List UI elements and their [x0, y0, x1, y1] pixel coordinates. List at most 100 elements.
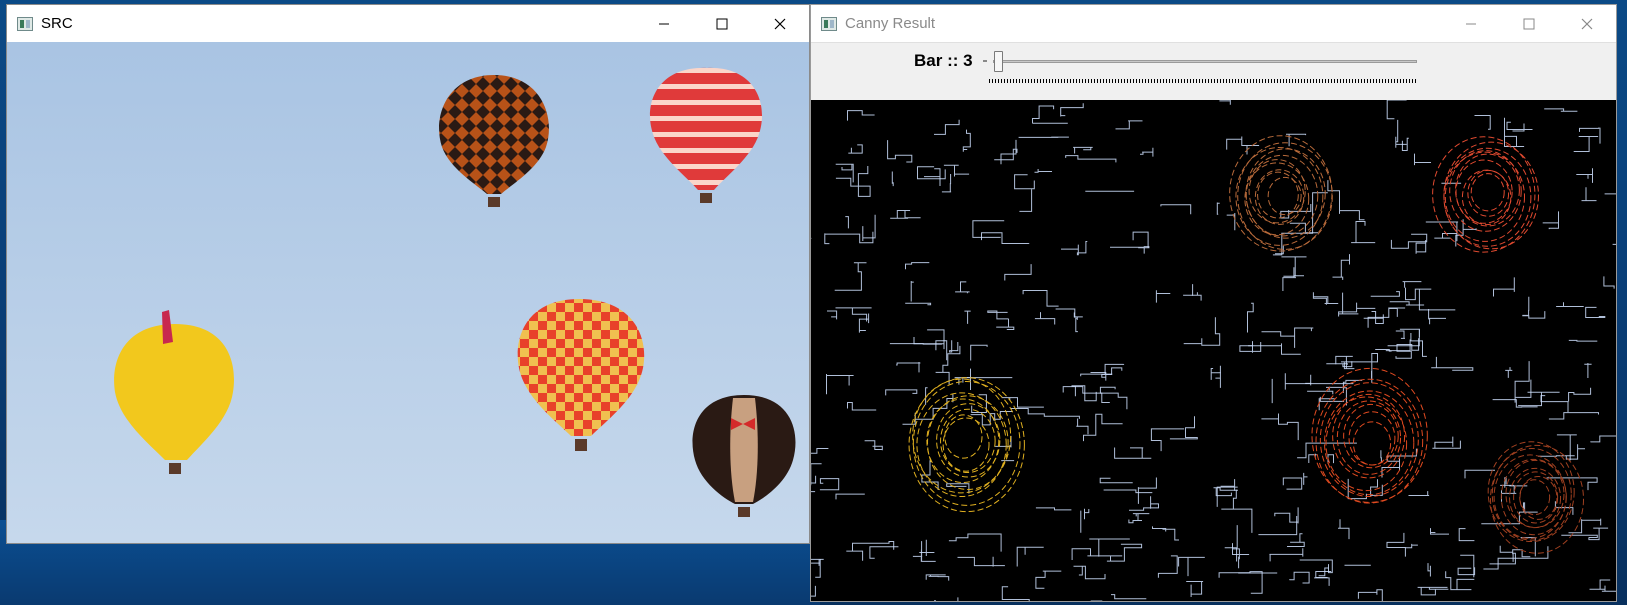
edge-segment [1556, 302, 1584, 307]
edge-segment [1261, 327, 1314, 348]
edge-segment [1073, 146, 1093, 154]
edge-segment [891, 171, 894, 187]
edge-segment [1215, 365, 1221, 388]
edge-segment [1073, 565, 1106, 580]
edge-segment [887, 140, 913, 163]
edge-segment [1129, 496, 1159, 511]
edge-segment [1395, 330, 1405, 339]
balloon-edge-contour [912, 381, 1021, 506]
balloon-edge-contour [926, 398, 1000, 483]
maximize-icon [1523, 18, 1535, 29]
maximize-button[interactable] [1500, 5, 1558, 42]
edge-segment [1493, 277, 1515, 297]
trackbar-track[interactable] [993, 60, 1417, 63]
minimize-button[interactable] [1442, 5, 1500, 42]
edge-segment [1061, 241, 1088, 256]
edge-segment [1458, 528, 1475, 542]
edge-segment [1428, 309, 1446, 325]
edge-segment [858, 313, 870, 333]
edge-segment [1183, 292, 1202, 301]
edge-segment [1073, 312, 1083, 333]
edge-segment [834, 262, 867, 291]
edge-segment [1062, 386, 1110, 403]
edge-segment [1099, 477, 1133, 484]
edge-segment [1178, 556, 1205, 577]
edge-segment [1010, 408, 1080, 419]
edge-segment [1226, 136, 1260, 155]
edge-segment [902, 394, 954, 425]
edge-segment [1248, 343, 1301, 355]
edge-segment [1001, 586, 1030, 601]
balloon-edge-contour [1500, 458, 1567, 536]
src-titlebar[interactable]: SRC [7, 5, 809, 42]
balloon-edge-contour [1505, 459, 1565, 529]
edge-segment [1218, 571, 1263, 594]
edge-segment [1312, 292, 1339, 305]
edge-segment [811, 448, 829, 454]
edge-segment [1474, 115, 1491, 130]
edge-segment [1327, 180, 1365, 221]
edge-segment [934, 119, 960, 135]
edge-segment [1103, 489, 1153, 494]
edge-segment [1584, 363, 1592, 378]
edge-segment [925, 574, 950, 581]
edge-segment [1408, 491, 1430, 496]
edge-segment [995, 435, 1012, 448]
edge-segment [1568, 387, 1592, 402]
edge-segment [1386, 532, 1418, 557]
edge-segment [1568, 339, 1598, 342]
edge-segment [890, 210, 921, 219]
edge-segment [1589, 579, 1616, 592]
edge-segment [848, 144, 863, 154]
minimize-button[interactable] [635, 5, 693, 42]
edge-segment [1035, 570, 1062, 589]
edge-segment [1110, 246, 1150, 254]
edge-segment [1457, 567, 1476, 576]
edge-segment [1414, 153, 1431, 166]
edge-segment [955, 281, 970, 294]
edge-segment [1016, 546, 1044, 567]
edge-segment [1425, 221, 1459, 242]
edge-segment [1405, 287, 1456, 311]
edge-segment [1501, 485, 1528, 502]
close-button[interactable] [1558, 5, 1616, 42]
canny-window[interactable]: Canny Result Bar :: 3 [810, 4, 1617, 602]
edge-segment [1014, 174, 1035, 190]
edge-segment [1019, 189, 1033, 212]
edge-segment [1561, 527, 1609, 541]
edge-segment [1106, 543, 1143, 562]
edge-segment [949, 340, 959, 353]
edge-segment [847, 402, 877, 411]
edge-segment [1232, 543, 1250, 569]
minimize-icon [659, 23, 669, 24]
edge-segment [1216, 479, 1238, 507]
edge-segment [811, 463, 822, 486]
edge-segment [1303, 472, 1308, 485]
edge-segment [1140, 147, 1154, 157]
edge-segment [905, 262, 930, 270]
edge-segment [1152, 526, 1179, 541]
edge-segment [981, 232, 1030, 244]
edge-segment [1518, 391, 1560, 407]
maximize-button[interactable] [693, 5, 751, 42]
edge-segment [1370, 291, 1400, 297]
src-window-title: SRC [41, 15, 73, 32]
edge-segment [1076, 418, 1089, 435]
balloon-edge-contour [927, 395, 1009, 490]
edge-segment [912, 541, 936, 562]
edge-segment [1055, 308, 1076, 318]
edge-segment [1581, 187, 1597, 202]
edge-segment [910, 281, 914, 302]
edge-segment [1287, 533, 1305, 547]
edge-segment [1380, 450, 1382, 463]
edge-segment [1261, 413, 1299, 441]
src-window[interactable]: SRC [6, 4, 810, 544]
canny-titlebar[interactable]: Canny Result [811, 5, 1616, 42]
close-button[interactable] [751, 5, 809, 42]
app-window-icon [821, 16, 837, 31]
close-icon [774, 18, 786, 29]
edge-segment [1080, 363, 1125, 377]
trackbar-thumb[interactable] [993, 51, 1003, 72]
edge-segment [1546, 477, 1598, 491]
edge-segment [1065, 155, 1117, 163]
